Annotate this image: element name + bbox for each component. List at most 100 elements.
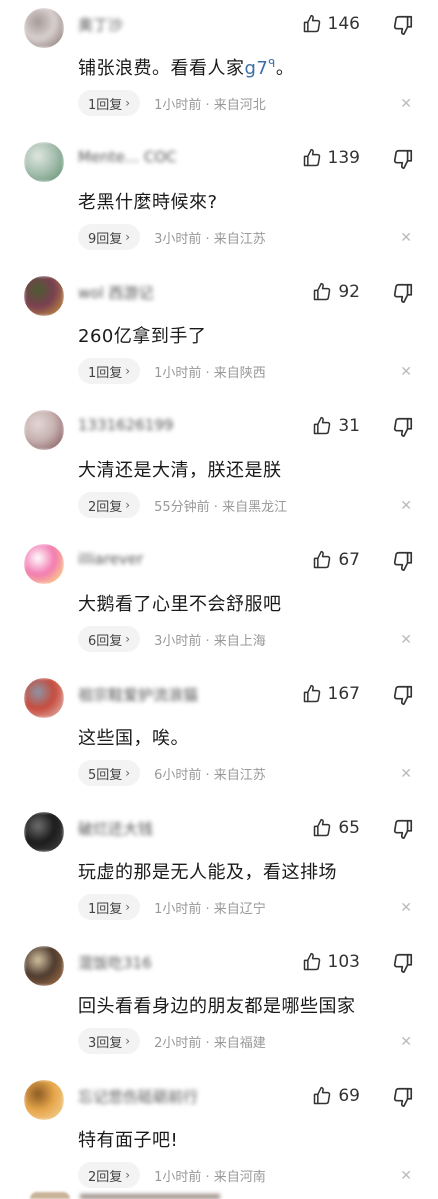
thumb-down-icon[interactable] (392, 282, 414, 304)
close-icon[interactable]: ✕ (400, 632, 412, 648)
reply-count-button[interactable]: 1回复 › (78, 90, 141, 116)
like-button[interactable]: 92 (312, 282, 360, 302)
comment-item: Mente... COC 139 老黑什麼時候來? 9回复 › 3小时前 · 来自… (0, 134, 438, 268)
like-button[interactable]: 103 (302, 952, 360, 972)
chevron-right-icon: › (125, 230, 131, 244)
thumb-up-icon (314, 1086, 331, 1105)
chevron-right-icon: › (125, 498, 131, 512)
thumb-down-icon[interactable] (392, 684, 414, 706)
like-count: 167 (327, 684, 360, 704)
comment-item: illiarever 67 大鹅看了心里不会舒服吧 6回复 › 3小时前 · 来自… (0, 536, 438, 670)
like-count: 65 (338, 818, 360, 838)
reply-count-button[interactable]: 3回复 › (78, 1028, 141, 1054)
reply-count-button[interactable]: 5回复 › (78, 760, 141, 786)
like-count: 146 (327, 14, 360, 34)
thumb-up-icon (303, 148, 320, 167)
like-button[interactable]: 139 (302, 148, 360, 168)
comment-username (80, 1194, 220, 1199)
avatar[interactable] (24, 544, 64, 584)
comment-meta: 9回复 › 3小时前 · 来自江苏 (78, 224, 266, 250)
comment-meta: 2回复 › 55分钟前 · 来自黑龙江 (78, 492, 287, 518)
thumb-up-icon (314, 416, 331, 435)
avatar[interactable] (24, 8, 64, 48)
chevron-right-icon: › (125, 96, 131, 110)
avatar[interactable] (24, 812, 64, 852)
like-button[interactable]: 69 (312, 1086, 360, 1106)
comment-item: 1331626199 31 大清还是大清，朕还是朕 2回复 › 55分钟前 · 来… (0, 402, 438, 536)
comment-meta: 5回复 › 6小时前 · 来自江苏 (78, 760, 266, 786)
partial-next-comment (0, 1190, 438, 1199)
close-icon[interactable]: ✕ (400, 900, 412, 916)
comment-meta: 1回复 › 1小时前 · 来自河北 (78, 90, 266, 116)
reply-count-button[interactable]: 6回复 › (78, 626, 141, 652)
comment-item: 忘记悲伤砥砺前行 69 特有面子吧! 2回复 › 1小时前 · 来自河南 ✕ (0, 1072, 438, 1199)
comment-text: 回头看看身边的朋友都是哪些国家 (78, 996, 356, 1017)
comment-username[interactable]: Mente... COC (78, 148, 228, 168)
thumb-down-icon[interactable] (392, 416, 414, 438)
comment-username[interactable]: 混饭吃316 (78, 952, 228, 972)
avatar[interactable] (24, 678, 64, 718)
comment-username[interactable]: illiarever (78, 550, 228, 570)
thumb-up-icon (303, 684, 320, 703)
comment-text: 大清还是大清，朕还是朕 (78, 460, 282, 481)
comment-username[interactable]: 奥丁沙 (78, 14, 228, 34)
reply-count-button[interactable]: 2回复 › (78, 1162, 141, 1188)
comment-text: 这些国，唉。 (78, 728, 189, 749)
comment-time-location: 2小时前 · 来自福建 (154, 1035, 266, 1051)
avatar[interactable] (24, 1080, 64, 1120)
like-button[interactable]: 31 (312, 416, 360, 436)
close-icon[interactable]: ✕ (400, 1034, 412, 1050)
reply-count-button[interactable]: 1回复 › (78, 894, 141, 920)
comment-time-location: 1小时前 · 来自河北 (154, 97, 266, 113)
thumb-down-icon[interactable] (392, 818, 414, 840)
avatar[interactable] (24, 410, 64, 450)
close-icon[interactable]: ✕ (400, 766, 412, 782)
avatar[interactable] (24, 946, 64, 986)
comment-time-location: 3小时前 · 来自江苏 (154, 231, 266, 247)
thumb-up-icon (303, 14, 320, 33)
thumb-down-icon[interactable] (392, 550, 414, 572)
reply-count-button[interactable]: 9回复 › (78, 224, 141, 250)
comment-username[interactable]: 1331626199 (78, 416, 228, 436)
thumb-up-icon (303, 952, 320, 971)
chevron-right-icon: › (125, 1168, 131, 1182)
comment-username[interactable]: 祖宗鞋爱护流浪猫 (78, 684, 228, 704)
avatar[interactable] (24, 276, 64, 316)
like-count: 139 (327, 148, 360, 168)
close-icon[interactable]: ✕ (400, 230, 412, 246)
close-icon[interactable]: ✕ (400, 364, 412, 380)
close-icon[interactable]: ✕ (400, 498, 412, 514)
chevron-right-icon: › (125, 766, 131, 780)
comment-username[interactable]: wol 西游记 (78, 282, 228, 302)
avatar (30, 1192, 70, 1199)
comment-time-location: 6小时前 · 来自江苏 (154, 767, 266, 783)
reply-count-button[interactable]: 2回复 › (78, 492, 141, 518)
close-icon[interactable]: ✕ (400, 96, 412, 112)
thumb-up-icon (314, 282, 331, 301)
like-button[interactable]: 146 (302, 14, 360, 34)
comment-time-location: 1小时前 · 来自辽宁 (154, 901, 266, 917)
close-icon[interactable]: ✕ (400, 1168, 412, 1184)
comment-time-location: 55分钟前 · 来自黑龙江 (154, 499, 288, 515)
avatar[interactable] (24, 142, 64, 182)
like-count: 103 (327, 952, 360, 972)
like-button[interactable]: 167 (302, 684, 360, 704)
like-count: 92 (338, 282, 360, 302)
comment-time-location: 3小时前 · 来自上海 (154, 633, 266, 649)
thumb-down-icon[interactable] (392, 14, 414, 36)
thumb-down-icon[interactable] (392, 952, 414, 974)
like-count: 67 (338, 550, 360, 570)
reply-count-button[interactable]: 1回复 › (78, 358, 141, 384)
like-button[interactable]: 65 (312, 818, 360, 838)
thumb-down-icon[interactable] (392, 1086, 414, 1108)
comment-item: 祖宗鞋爱护流浪猫 167 这些国，唉。 5回复 › 6小时前 · 来自江苏 ✕ (0, 670, 438, 804)
comment-text: 大鹅看了心里不会舒服吧 (78, 594, 282, 615)
like-button[interactable]: 67 (312, 550, 360, 570)
comment-username[interactable]: 忘记悲伤砥砺前行 (78, 1086, 228, 1106)
thumb-down-icon[interactable] (392, 148, 414, 170)
comment-meta: 1回复 › 1小时前 · 来自辽宁 (78, 894, 266, 920)
chevron-right-icon: › (125, 364, 131, 378)
comment-meta: 2回复 › 1小时前 · 来自河南 (78, 1162, 266, 1188)
comment-link[interactable]: g7ᑫ (245, 57, 276, 79)
comment-username[interactable]: 破烂还大钱 (78, 818, 228, 838)
